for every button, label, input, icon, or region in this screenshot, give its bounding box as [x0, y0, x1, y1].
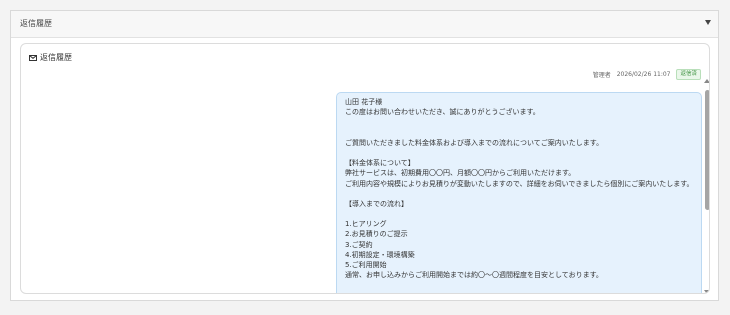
message-line: 1.ヒアリング	[345, 220, 387, 229]
message-timestamp: 2026/02/26 11:07	[616, 71, 671, 78]
message-line: 山田 花子様	[345, 98, 383, 106]
message-line: ご利用内容や規模によりお見積りが変動いたしますので、詳細をお伺いできましたら個別…	[345, 179, 694, 188]
scrollbar-thumb[interactable]	[705, 90, 709, 210]
message-line	[345, 128, 695, 138]
message-bubble[interactable]: 山田 花子様この度はお問い合わせいただき、誠にありがとうございます。ご質問いただ…	[336, 92, 702, 293]
message-line: 3.ご契約	[345, 240, 373, 249]
card-header: 返信履歴	[29, 52, 72, 63]
message-line: 5.ご利用開始	[345, 261, 387, 269]
message-line: 弊社サービスは、初期費用〇〇円、月額〇〇円からご利用いただけます。	[345, 169, 576, 178]
status-badge: 返信済	[676, 69, 701, 80]
message-line	[345, 189, 695, 199]
message-meta: 管理者 2026/02/26 11:07 返信済	[593, 69, 701, 80]
message-line: 【料金体系について】	[345, 159, 415, 168]
caret-down-icon[interactable]	[705, 20, 711, 25]
scroll-up-arrow-icon[interactable]	[704, 79, 709, 83]
message-line: 通常、お申し込みからご利用開始までは約〇〜〇週間程度を目安としております。	[345, 271, 603, 280]
reply-history-card: 返信履歴 管理者 2026/02/26 11:07 返信済 山田 花子様この度は…	[20, 43, 710, 294]
message-line	[345, 148, 695, 158]
message-line: 4.初期設定・環境構築	[345, 250, 415, 259]
message-line: 【導入までの流れ】	[345, 199, 408, 208]
scroll-down-arrow-icon[interactable]	[704, 290, 709, 293]
message-line: この度はお問い合わせいただき、誠にありがとうございます。	[345, 108, 540, 117]
reply-history-panel-header[interactable]: 返信履歴	[11, 11, 718, 38]
message-line	[345, 117, 695, 127]
message-line	[345, 209, 695, 219]
message-line: 2.お見積りのご提示	[345, 230, 408, 239]
message-body: 山田 花子様この度はお問い合わせいただき、誠にありがとうございます。ご質問いただ…	[345, 97, 695, 280]
sender-name: 管理者	[592, 72, 611, 79]
mail-icon	[29, 54, 37, 61]
card-title: 返信履歴	[40, 53, 72, 62]
message-line: ご質問いただきました料金体系および導入までの流れについてご案内いたします。	[345, 138, 604, 147]
reply-history-panel: 返信履歴 返信履歴 管理者 2026/02/26 11:07 返信済 山田 花子…	[10, 10, 719, 301]
panel-title: 返信履歴	[20, 19, 52, 28]
